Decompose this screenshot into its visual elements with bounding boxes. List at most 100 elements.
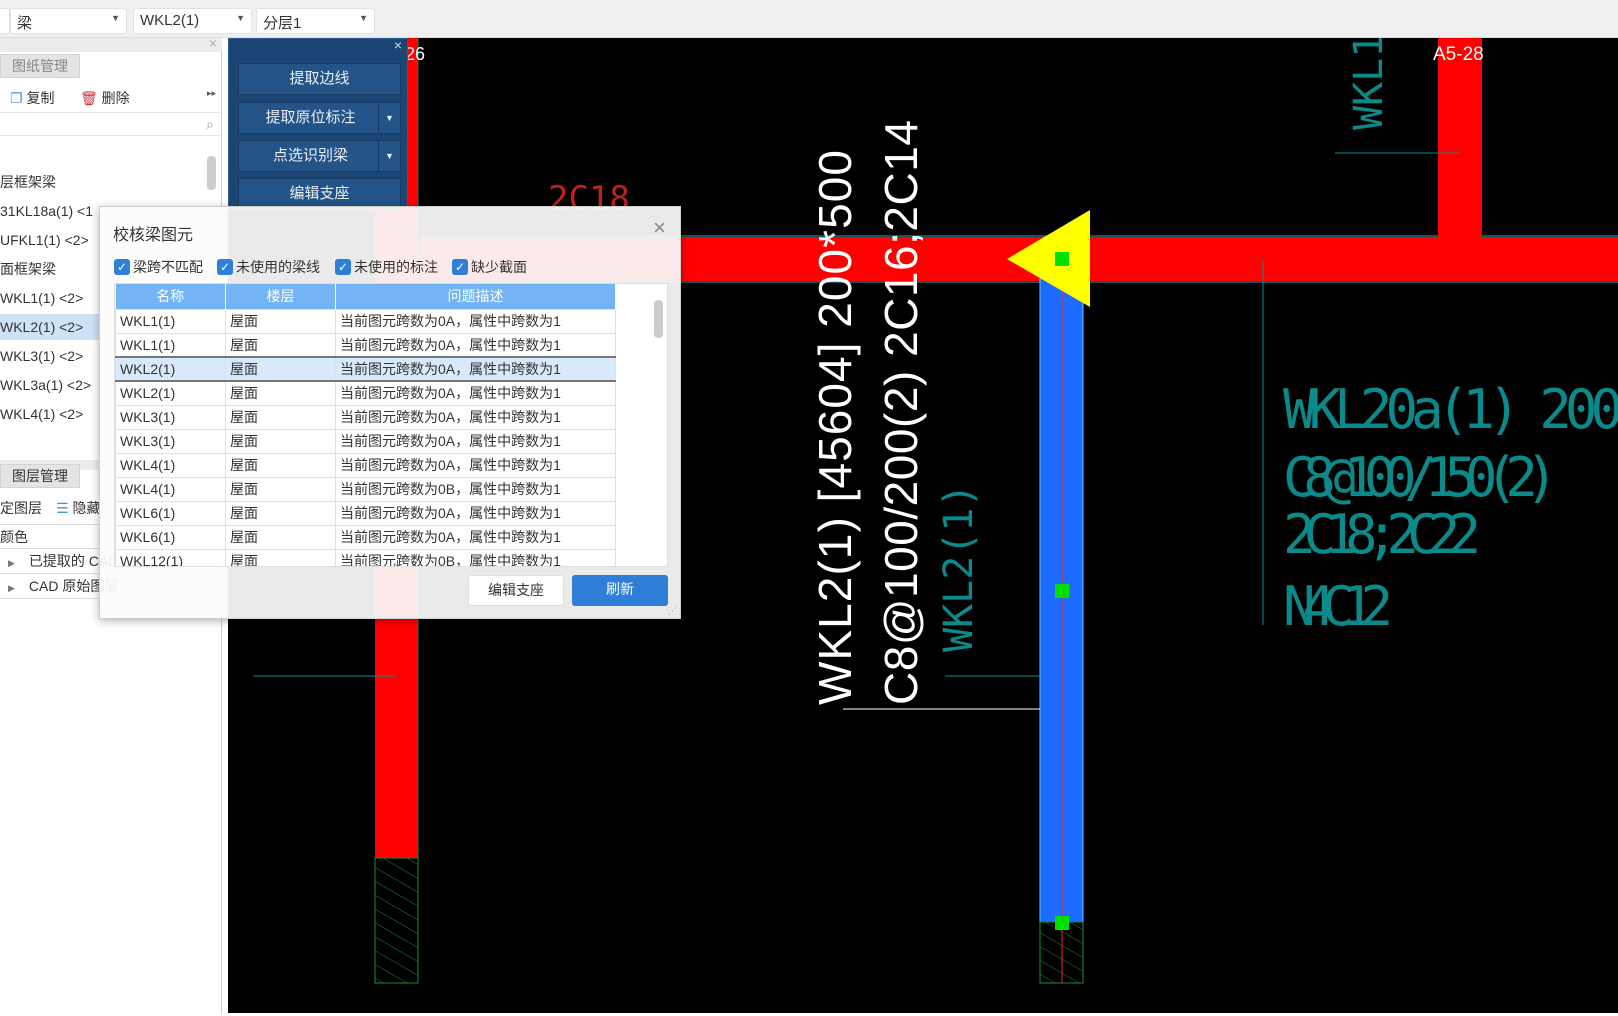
table-row[interactable]: WKL4(1) 屋面 当前图元跨数为0A，属性中跨数为1 <box>115 452 616 478</box>
tab-drawing-management[interactable]: 图纸管理 <box>0 54 80 78</box>
table-row[interactable]: WKL3(1) 屋面 当前图元跨数为0A，属性中跨数为1 <box>115 404 616 430</box>
cell-description: 当前图元跨数为0A，属性中跨数为1 <box>335 404 616 430</box>
checkbox-span-mismatch[interactable]: ✓ 梁跨不匹配 <box>114 257 203 277</box>
cad-label-wkl1: WKL1 <box>1346 38 1392 130</box>
tree-item[interactable]: 31KL18a(1) <1 <box>0 198 100 224</box>
cell-floor: 屋面 <box>225 380 336 406</box>
beam-annotation-line2[interactable]: C8@100/200(2) 2C16;2C14 <box>875 120 927 705</box>
beam-tools-panel: × 提取边线 提取原位标注 ▼ 点选识别梁 ▼ 编辑支座 <box>228 37 408 210</box>
table-row[interactable]: WKL6(1) 屋面 当前图元跨数为0A，属性中跨数为1 <box>115 524 616 550</box>
scrollbar[interactable] <box>654 300 663 338</box>
delete-button[interactable]: 🗑 删除 <box>80 88 130 108</box>
hide-label: 隐藏 <box>72 500 101 516</box>
issues-table: 名称 楼层 问题描述 WKL1(1) 屋面 当前图元跨数为0A，属性中跨数为1 WKL… <box>115 284 616 566</box>
checkbox-checked-icon[interactable]: ✓ <box>217 259 233 275</box>
cell-floor: 屋面 <box>225 356 336 382</box>
right-annotation[interactable]: 2C18;2C22 <box>1283 503 1481 566</box>
hatched-wall <box>374 857 419 984</box>
checkbox-missing-section[interactable]: ✓ 缺少截面 <box>452 257 527 277</box>
pick-identify-beam-button[interactable]: 点选识别梁 ▼ <box>238 140 401 172</box>
right-annotation[interactable]: C8@100/150(2) <box>1283 446 1558 509</box>
right-annotation[interactable]: N4C12 <box>1283 575 1393 638</box>
refresh-button[interactable]: 刷新 <box>572 575 668 606</box>
hide-button[interactable]: ☰ 隐藏 <box>56 498 100 518</box>
layers-icon: ☰ <box>56 500 69 516</box>
issues-table-container: 名称 楼层 问题描述 WKL1(1) 屋面 当前图元跨数为0A，属性中跨数为1 WKL… <box>114 283 668 567</box>
cell-floor: 屋面 <box>225 308 336 334</box>
lock-layer-button[interactable]: 定图层 <box>0 498 42 518</box>
trash-icon: 🗑 <box>80 90 98 106</box>
resize-grip-icon[interactable]: ⋰ <box>668 606 677 617</box>
layer-dropdown[interactable]: 分层1 ▼ <box>256 8 375 34</box>
axis-label: A5-28 <box>1433 44 1484 65</box>
close-icon[interactable]: × <box>394 37 402 53</box>
tree-item[interactable]: 面框架梁 <box>0 256 100 282</box>
table-row[interactable]: WKL1(1) 屋面 当前图元跨数为0A，属性中跨数为1 <box>115 332 616 358</box>
edit-support-button[interactable]: 编辑支座 <box>468 575 564 606</box>
beam-small-label: WKL2(1) <box>936 483 982 652</box>
column-header-description[interactable]: 问题描述 <box>335 284 616 309</box>
close-icon[interactable]: × <box>653 215 666 241</box>
search-input[interactable]: ⌕ <box>0 112 222 136</box>
checkbox-checked-icon[interactable]: ✓ <box>452 259 468 275</box>
cell-floor: 屋面 <box>225 500 336 526</box>
tree-item[interactable]: 层框架梁 <box>0 169 100 195</box>
dropdown-value: 分层1 <box>263 15 302 32</box>
chevron-down-icon: ▼ <box>359 13 368 23</box>
checkbox-checked-icon[interactable]: ✓ <box>335 259 351 275</box>
cell-description: 当前图元跨数为0A，属性中跨数为1 <box>335 308 616 334</box>
table-row[interactable]: WKL2(1) 屋面 当前图元跨数为0A，属性中跨数为1 <box>115 356 616 382</box>
grip-handle[interactable] <box>1055 916 1069 930</box>
right-annotation[interactable]: WKL20a(1) 200 <box>1283 378 1618 441</box>
cell-name: WKL3(1) <box>115 404 226 430</box>
checkbox-checked-icon[interactable]: ✓ <box>114 259 130 275</box>
table-row[interactable]: WKL4(1) 屋面 当前图元跨数为0B，属性中跨数为1 <box>115 476 616 502</box>
table-row[interactable]: WKL2(1) 屋面 当前图元跨数为0A，属性中跨数为1 <box>115 380 616 406</box>
copy-icon: ❐ <box>10 90 23 106</box>
close-icon[interactable]: × <box>209 35 217 51</box>
chevron-down-icon[interactable]: ▼ <box>378 103 400 133</box>
expand-arrow-icon[interactable]: ▶ <box>8 583 15 593</box>
tree-item[interactable]: WKL1(1) <2> <box>0 285 100 311</box>
cell-floor: 屋面 <box>225 404 336 430</box>
cell-description: 当前图元跨数为0A，属性中跨数为1 <box>335 428 616 454</box>
element-type-dropdown[interactable]: 梁 ▼ <box>10 8 127 34</box>
grip-handle[interactable] <box>1055 252 1069 266</box>
extract-edge-button[interactable]: 提取边线 <box>238 63 401 95</box>
dropdown-partial[interactable] <box>0 8 10 34</box>
dialog-title: 校核梁图元 <box>113 227 194 244</box>
tree-item[interactable]: WKL3(1) <2> <box>0 343 100 369</box>
tab-layer-management[interactable]: 图层管理 <box>0 464 80 488</box>
checkbox-unused-beam-lines[interactable]: ✓ 未使用的梁线 <box>217 257 320 277</box>
tree-item[interactable]: WKL4(1) <2> <box>0 401 100 427</box>
copy-label: 复制 <box>26 90 55 106</box>
element-name-dropdown[interactable]: WKL2(1) ▼ <box>133 8 252 34</box>
table-row[interactable]: WKL6(1) 屋面 当前图元跨数为0A，属性中跨数为1 <box>115 500 616 526</box>
beam-annotation-line1[interactable]: WKL2(1) [45604] 200*500 <box>809 150 861 705</box>
scrollbar[interactable] <box>207 156 216 190</box>
column-header-floor[interactable]: 楼层 <box>225 284 336 309</box>
search-icon: ⌕ <box>206 116 214 132</box>
grip-handle[interactable] <box>1055 584 1069 598</box>
tree-item[interactable]: WKL2(1) <2> <box>0 314 100 340</box>
checkbox-label: 缺少截面 <box>471 259 527 275</box>
copy-button[interactable]: ❐ 复制 <box>10 88 54 108</box>
cad-label: 26 <box>405 44 425 64</box>
cell-floor: 屋面 <box>225 428 336 454</box>
table-row[interactable]: WKL1(1) 屋面 当前图元跨数为0A，属性中跨数为1 <box>115 308 616 334</box>
cell-name: WKL4(1) <box>115 452 226 478</box>
tree-item[interactable]: UFKL1(1) <2> <box>0 227 100 253</box>
beam-vertical-red-right[interactable] <box>1438 38 1482 237</box>
chevron-down-icon[interactable]: ▼ <box>378 141 400 171</box>
table-row[interactable]: WKL12(1) 屋面 当前图元跨数为0B，属性中跨数为1 <box>115 548 616 566</box>
tree-item[interactable]: WKL3a(1) <2> <box>0 372 100 398</box>
expand-arrow-icon[interactable]: ▶ <box>8 558 15 568</box>
checkbox-unused-annotations[interactable]: ✓ 未使用的标注 <box>335 257 438 277</box>
extract-annotation-button[interactable]: 提取原位标注 ▼ <box>238 102 401 134</box>
dropdown-value: 梁 <box>17 15 33 32</box>
button-label: 提取边线 <box>289 70 350 87</box>
expand-icon[interactable]: ▸▸ <box>207 88 216 99</box>
column-header-name[interactable]: 名称 <box>115 284 226 309</box>
table-row[interactable]: WKL3(1) 屋面 当前图元跨数为0A，属性中跨数为1 <box>115 428 616 454</box>
cell-name: WKL6(1) <box>115 524 226 550</box>
